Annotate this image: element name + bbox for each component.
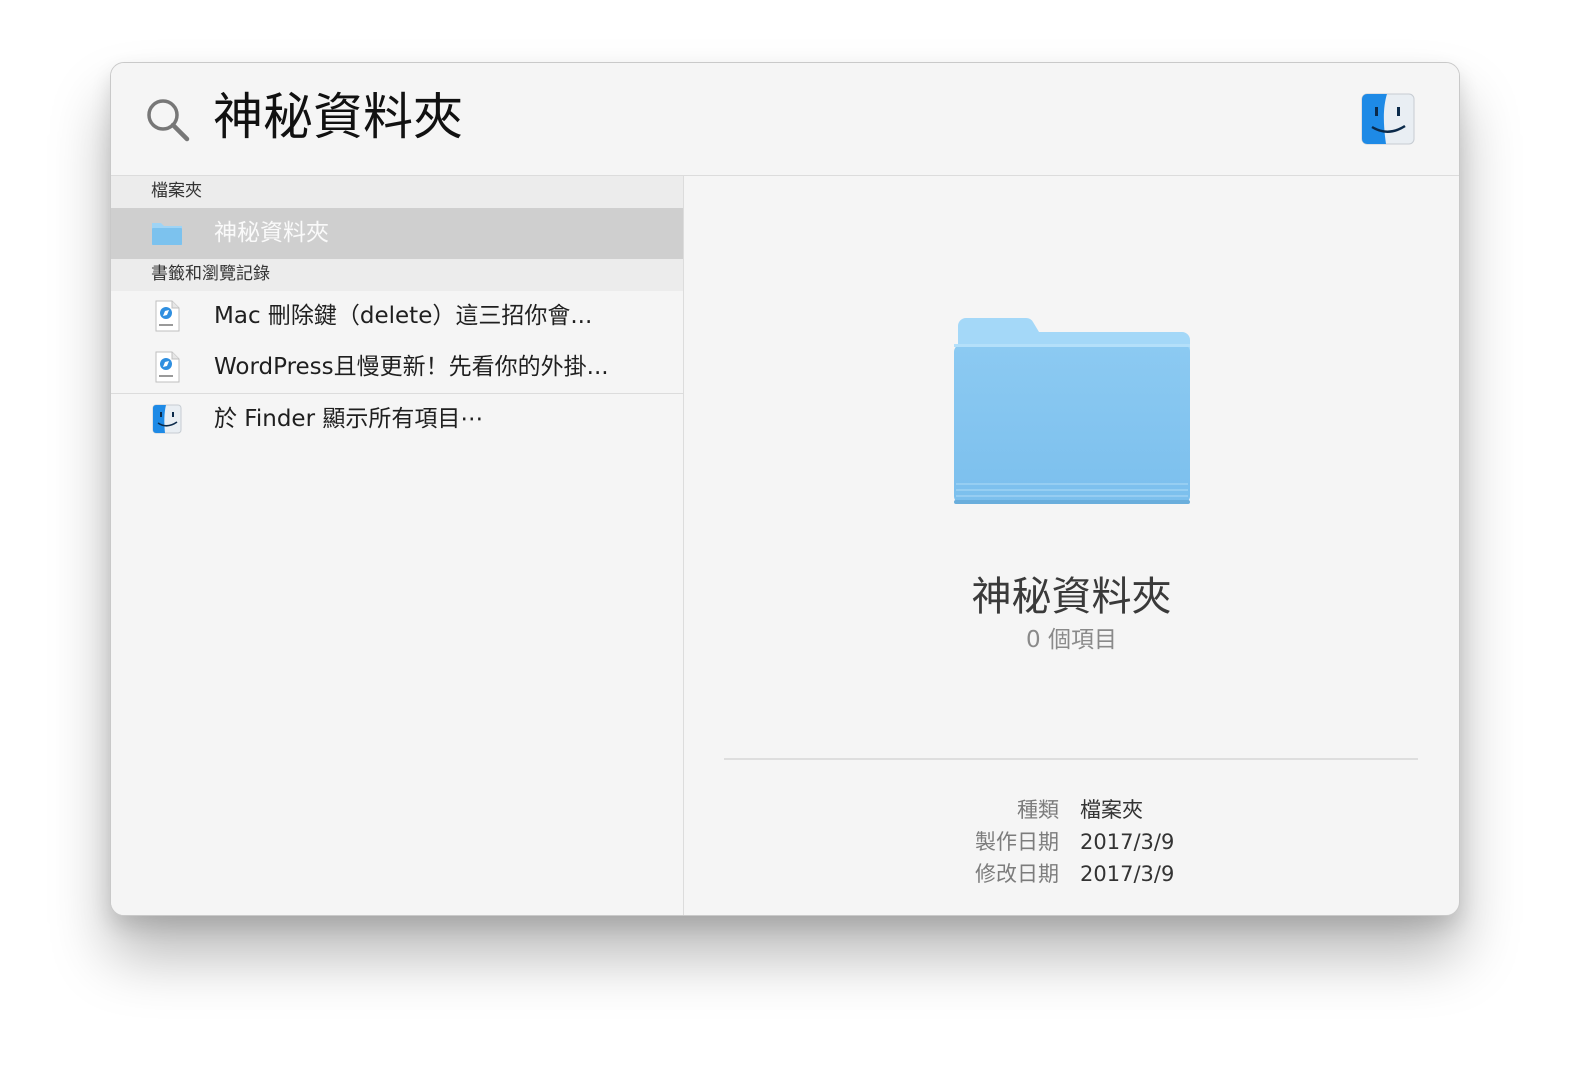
show-all-in-finder[interactable]: 於 Finder 顯示所有項目⋯ [111,394,683,445]
meta-row-created: 製作日期 2017/3/9 [684,826,1459,858]
meta-key: 修改日期 [975,862,1059,886]
preview-pane: 神秘資料夾 0 個項目 種類 檔案夾 製作日期 2017/3/9 修改日期 20… [684,176,1459,915]
results-list: 檔案夾 神秘資料夾 書籤和瀏覽記錄 Mac 刪除鍵（delete）這三招你會..… [111,176,684,915]
meta-key: 製作日期 [975,830,1059,854]
result-bookmark-2[interactable]: WordPress且慢更新！先看你的外掛... [111,342,683,393]
result-label: 神秘資料夾 [214,220,329,246]
folder-icon [152,223,182,245]
result-bookmark-1[interactable]: Mac 刪除鍵（delete）這三招你會... [111,291,683,342]
spotlight-window: 神秘資料夾 檔案夾 神秘資料夾 書籤和瀏覽記錄 Mac 刪除鍵（delete）這… [110,62,1460,916]
search-bar[interactable]: 神秘資料夾 [111,63,1459,176]
meta-value: 2017/3/9 [1080,862,1175,886]
meta-key: 種類 [1017,798,1059,822]
preview-title: 神秘資料夾 [971,574,1172,620]
section-header-folders: 檔案夾 [111,176,683,208]
section-header-bookmarks: 書籤和瀏覽記錄 [111,259,683,291]
webloc-icon [155,351,180,383]
divider [724,758,1418,760]
result-label: Mac 刪除鍵（delete）這三招你會... [214,303,593,329]
result-folder[interactable]: 神秘資料夾 [111,208,683,259]
metadata-table: 種類 檔案夾 製作日期 2017/3/9 修改日期 2017/3/9 [684,794,1459,890]
folder-icon [954,317,1190,504]
preview-item-count: 0 個項目 [1026,627,1117,653]
meta-row-kind: 種類 檔案夾 [684,794,1459,826]
webloc-icon [155,300,180,332]
meta-value: 2017/3/9 [1080,830,1175,854]
finder-icon[interactable] [1361,93,1415,145]
finder-icon [152,404,182,434]
meta-row-modified: 修改日期 2017/3/9 [684,858,1459,890]
result-label: 於 Finder 顯示所有項目⋯ [214,406,484,432]
search-icon [147,99,190,142]
search-input[interactable]: 神秘資料夾 [213,85,463,149]
meta-value: 檔案夾 [1080,798,1143,822]
result-label: WordPress且慢更新！先看你的外掛... [214,354,609,380]
